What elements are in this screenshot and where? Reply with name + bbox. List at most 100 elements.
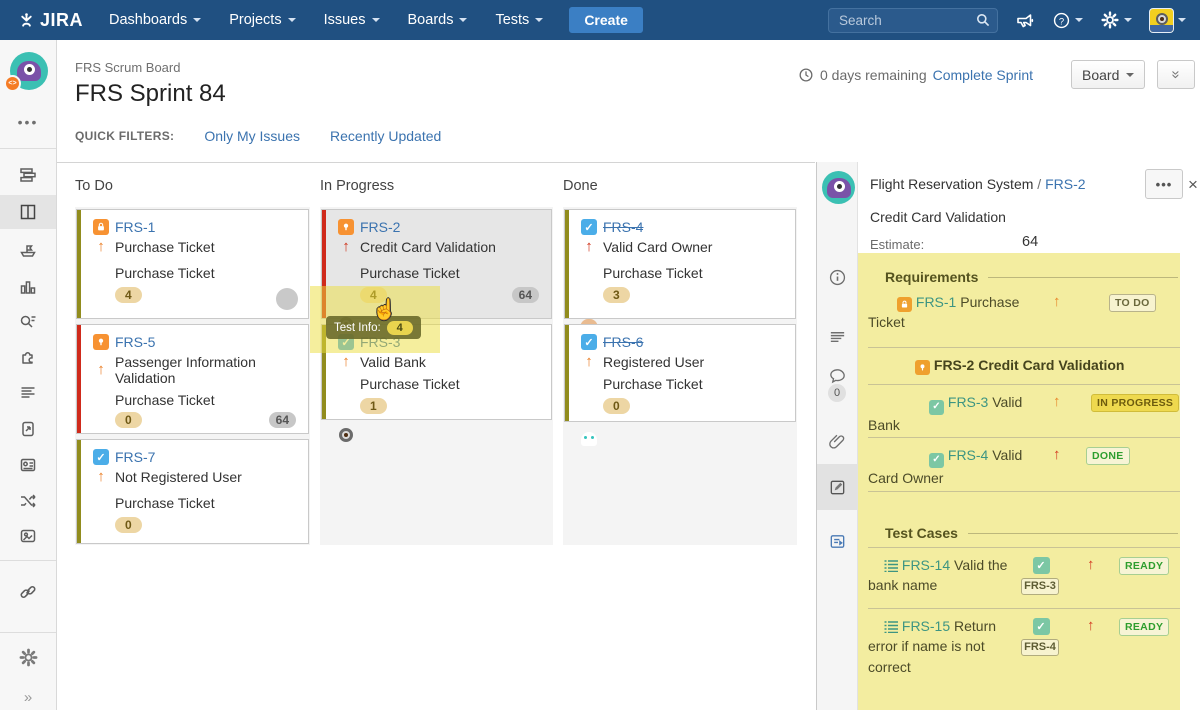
story-pin-icon — [915, 360, 930, 375]
chevron-down-icon — [1124, 18, 1132, 22]
sidebar-item-backlog[interactable] — [0, 158, 56, 192]
task-check-icon: ✓ — [93, 449, 109, 465]
collapse-icon: » — [1168, 70, 1185, 78]
requirement-row-frs1[interactable]: FRS-1 Purchase Ticket ↑ TO DO — [868, 285, 1180, 348]
requirement-key-link[interactable]: FRS-3 — [948, 394, 988, 410]
issue-key-link[interactable]: FRS-4 — [603, 219, 643, 235]
filter-recently-updated[interactable]: Recently Updated — [330, 128, 441, 144]
issue-key-link[interactable]: FRS-6 — [603, 334, 643, 350]
check-icon: ✓ — [929, 453, 944, 468]
issue-detail-highlighted-body: Requirements FRS-1 Purchase Ticket ↑ TO … — [858, 253, 1180, 710]
card-frs-1[interactable]: FRS-1 ↑ Purchase Ticket Purchase Ticket … — [76, 209, 309, 319]
mouse-cursor-hand: ☝ — [372, 297, 397, 322]
requirement-row-frs4[interactable]: ✓ FRS-4 Valid Card Owner ↑ DONE — [868, 438, 1180, 492]
status-lozenge-ready: READY — [1119, 618, 1169, 636]
rail-description-icon[interactable] — [817, 320, 857, 354]
rail-attachments-icon[interactable] — [817, 424, 857, 458]
sidebar-item-addons-puzzle[interactable] — [0, 340, 56, 374]
estimate-label: Estimate: — [870, 237, 924, 252]
requirement-key-link[interactable]: FRS-4 — [948, 447, 988, 463]
priority-up-icon: ↑ — [338, 355, 354, 369]
settings-gear-menu[interactable] — [1100, 10, 1132, 30]
board-menu-button[interactable]: Board — [1071, 60, 1145, 89]
collapse-header-button[interactable]: » — [1157, 60, 1195, 89]
estimate-badge[interactable]: 4 — [115, 287, 142, 303]
linked-requirement-badge[interactable]: FRS-4 — [1021, 639, 1059, 656]
sidebar-item-shuffle[interactable] — [0, 484, 56, 518]
column-todo: FRS-1 ↑ Purchase Ticket Purchase Ticket … — [75, 207, 310, 545]
requirement-row-frs2[interactable]: FRS-2 Credit Card Validation — [868, 348, 1180, 385]
sidebar-item-issues-search[interactable] — [0, 305, 56, 339]
menu-projects[interactable]: Projects — [229, 12, 295, 28]
test-case-key-link[interactable]: FRS-15 — [902, 618, 950, 634]
create-button[interactable]: Create — [569, 7, 643, 33]
epic-label: Purchase Ticket — [115, 392, 300, 408]
requirement-text: Valid Card Owner — [868, 447, 1022, 486]
priority-up-icon: ↑ — [1053, 393, 1061, 410]
rail-info-icon[interactable] — [817, 260, 857, 294]
requirement-key-link[interactable]: FRS-1 — [916, 294, 956, 310]
search-input[interactable] — [828, 8, 998, 33]
sidebar-more-button[interactable]: ••• — [0, 110, 56, 134]
issue-key-link[interactable]: FRS-2 — [360, 219, 400, 235]
card-frs-5[interactable]: FRS-5 ↑ Passenger Information Validation… — [76, 324, 309, 434]
breadcrumb-issue-key[interactable]: FRS-2 — [1045, 176, 1085, 192]
requirement-key: FRS-2 — [934, 357, 974, 373]
complete-sprint-link[interactable]: Complete Sprint — [933, 67, 1033, 83]
sidebar-item-contacts[interactable] — [0, 448, 56, 482]
search-icon[interactable] — [975, 12, 991, 28]
sidebar-item-reports[interactable] — [0, 270, 56, 304]
estimate-badge[interactable]: 0 — [603, 398, 630, 414]
column-done: ✓ FRS-4 ↑ Valid Card Owner Purchase Tick… — [563, 207, 797, 545]
sidebar-item-links[interactable] — [0, 575, 56, 609]
issue-key-link[interactable]: FRS-1 — [115, 219, 155, 235]
rail-edit-icon[interactable] — [817, 464, 857, 510]
test-case-row-frs15[interactable]: FRS-15 Return error if name is not corre… — [868, 609, 1180, 687]
test-case-row-frs14[interactable]: FRS-14 Valid the bank name ✓ FRS-3 ↑ REA… — [868, 547, 1180, 609]
card-color-strip — [77, 325, 81, 433]
sidebar-expand-button[interactable]: » — [0, 689, 56, 706]
estimate-badge[interactable]: 3 — [603, 287, 630, 303]
announcements-megaphone-icon[interactable] — [1015, 10, 1035, 30]
menu-dashboards[interactable]: Dashboards — [109, 12, 201, 28]
card-frs-7[interactable]: ✓ FRS-7 ↑ Not Registered User Purchase T… — [76, 439, 309, 544]
issue-key-link[interactable]: FRS-7 — [115, 449, 155, 465]
menu-boards[interactable]: Boards — [408, 12, 468, 28]
menu-issues[interactable]: Issues — [324, 12, 380, 28]
requirement-row-frs3[interactable]: ✓ FRS-3 Valid Bank ↑ IN PROGRESS — [868, 385, 1180, 438]
menu-tests[interactable]: Tests — [495, 12, 543, 28]
test-case-icon — [884, 559, 898, 572]
linked-requirement-badge[interactable]: FRS-3 — [1021, 578, 1059, 595]
close-icon[interactable]: × — [1188, 175, 1198, 195]
sidebar-item-components[interactable] — [0, 376, 56, 410]
help-menu[interactable]: ? — [1052, 11, 1083, 30]
sidebar-item-pages[interactable] — [0, 412, 56, 446]
rail-activity-icon[interactable] — [817, 524, 857, 558]
sidebar-item-releases[interactable] — [0, 233, 56, 267]
epic-label: Purchase Ticket — [603, 265, 787, 281]
card-frs-6[interactable]: ✓ FRS-6 ↑ Registered User Purchase Ticke… — [564, 324, 796, 422]
sidebar-item-media[interactable] — [0, 519, 56, 553]
status-lozenge-ready: READY — [1119, 557, 1169, 575]
jira-logo[interactable]: JIRA — [18, 10, 83, 31]
detail-panel-rail: 0 — [816, 162, 858, 710]
task-check-icon: ✓ — [581, 334, 597, 350]
priority-up-icon: ↑ — [581, 240, 597, 254]
estimate-badge[interactable]: 0 — [115, 517, 142, 533]
chevron-down-icon — [288, 18, 296, 22]
issue-key-link[interactable]: FRS-5 — [115, 334, 155, 350]
project-avatar[interactable]: <> — [10, 52, 48, 90]
epic-label: Purchase Ticket — [603, 376, 787, 392]
estimate-badge[interactable]: 0 — [115, 412, 142, 428]
card-frs-4[interactable]: ✓ FRS-4 ↑ Valid Card Owner Purchase Tick… — [564, 209, 796, 319]
sidebar-item-active-sprints[interactable] — [0, 195, 56, 229]
sidebar-settings-gear[interactable] — [0, 640, 56, 674]
estimate-badge[interactable]: 1 — [360, 398, 387, 414]
test-case-key-link[interactable]: FRS-14 — [902, 557, 950, 573]
priority-up-icon: ↑ — [1053, 446, 1061, 463]
user-profile-menu[interactable] — [1149, 8, 1186, 33]
filter-only-my-issues[interactable]: Only My Issues — [204, 128, 300, 144]
epic-label: Purchase Ticket — [115, 495, 300, 511]
assignee-avatar-placeholder — [276, 288, 298, 310]
issue-actions-button[interactable]: ••• — [1145, 169, 1183, 199]
